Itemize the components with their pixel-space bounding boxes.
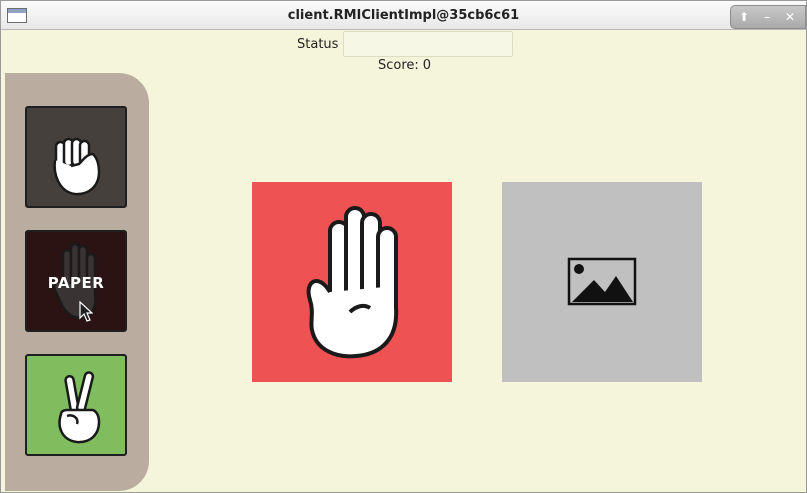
fist-icon xyxy=(53,137,101,196)
title-bar[interactable]: client.RMIClientImpl@35cb6c61 ⬆ – ✕ xyxy=(1,1,806,30)
paper-button[interactable]: PAPER xyxy=(25,230,127,332)
close-icon[interactable]: ✕ xyxy=(779,7,801,27)
maximize-icon[interactable]: ⬆ xyxy=(733,7,755,27)
window-controls: ⬆ – ✕ xyxy=(730,5,806,29)
app-window: client.RMIClientImpl@35cb6c61 ⬆ – ✕ Stat… xyxy=(0,0,807,493)
rock-button[interactable] xyxy=(25,106,127,208)
score-label: Score: xyxy=(378,58,419,73)
peace-hand-icon xyxy=(58,371,101,444)
image-placeholder-icon xyxy=(567,257,637,306)
paper-label: PAPER xyxy=(47,274,105,292)
player-choice-card xyxy=(252,182,452,382)
score-display: Score: 0 xyxy=(378,58,431,73)
mouse-cursor-icon xyxy=(79,301,93,322)
choice-panel: PAPER xyxy=(5,73,149,491)
minimize-icon[interactable]: – xyxy=(756,7,778,27)
scissors-button[interactable] xyxy=(25,354,127,456)
status-label: Status xyxy=(297,37,339,52)
status-field[interactable] xyxy=(343,31,513,57)
score-value: 0 xyxy=(422,58,432,73)
open-hand-icon xyxy=(306,206,399,359)
window-title: client.RMIClientImpl@35cb6c61 xyxy=(287,8,520,23)
opponent-choice-card xyxy=(502,182,702,382)
